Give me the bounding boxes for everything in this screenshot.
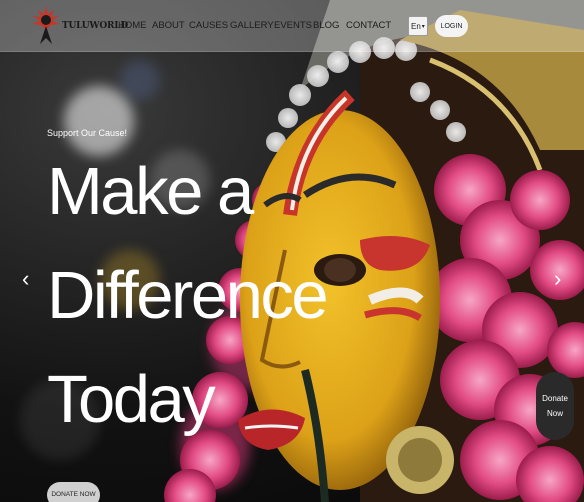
nav-causes[interactable]: CAUSES xyxy=(189,20,228,31)
chevron-left-icon[interactable]: ‹ xyxy=(22,268,29,290)
top-navbar: TULUWORLD HOME ABOUT CAUSES GALLERY EVEN… xyxy=(0,0,584,52)
donate-float-button[interactable]: Donate Now xyxy=(536,372,574,440)
login-button[interactable]: LOGIN xyxy=(435,15,468,37)
language-select[interactable]: En ▾ xyxy=(408,16,428,36)
chevron-down-icon: ▾ xyxy=(421,23,425,30)
nav-blog[interactable]: BLOG xyxy=(313,20,339,31)
chevron-right-icon[interactable]: › xyxy=(554,268,561,290)
tuluworld-logo-icon[interactable] xyxy=(30,4,62,48)
nav-contact[interactable]: CONTACT xyxy=(346,20,391,31)
nav-home[interactable]: HOME xyxy=(118,20,147,31)
hero-tagline: Support Our Cause! xyxy=(47,128,128,138)
nav-events[interactable]: EVENTS xyxy=(274,20,312,31)
nav-gallery[interactable]: GALLERY xyxy=(230,20,274,31)
donate-float-label: Now xyxy=(546,409,563,418)
hero-slider: TULUWORLD HOME ABOUT CAUSES GALLERY EVEN… xyxy=(0,0,584,502)
hero-headline-line: Difference xyxy=(47,258,329,333)
donate-float-label: Donate xyxy=(542,393,568,403)
language-value: En xyxy=(411,21,421,31)
hero-headline-line: Make a xyxy=(47,154,254,229)
hero-headline-line: Today xyxy=(47,362,216,437)
donate-now-button[interactable]: DONATE NOW xyxy=(47,482,100,502)
nav-about[interactable]: ABOUT xyxy=(152,20,185,31)
